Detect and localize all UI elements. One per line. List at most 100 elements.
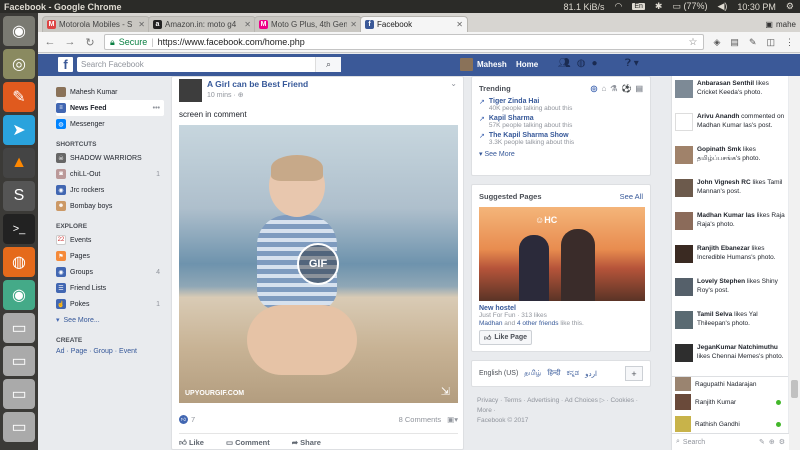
profile-chip[interactable]: ▣ mahe <box>765 20 796 29</box>
new-message-icon[interactable]: ✎ <box>759 438 765 446</box>
tab-motorola[interactable]: M Motorola Mobiles - S ✕ <box>42 16 150 32</box>
comment-count[interactable]: 8 Comments <box>399 415 442 424</box>
trending-item[interactable]: ↗ Kapil Sharma 57K people talking about t… <box>472 114 650 131</box>
trending-see-more[interactable]: ▾ See More <box>472 148 650 160</box>
extension-icon[interactable]: ✎ <box>749 37 757 48</box>
ticker-item[interactable]: JeganKumar Natchimuthu likes Chennai Mem… <box>672 340 788 376</box>
tab-facebook[interactable]: f Facebook ✕ <box>360 16 468 32</box>
ticker-item[interactable]: John Vignesh RC likes Tamil Mannan's pos… <box>672 175 788 208</box>
sidebar-item-messenger[interactable]: ◍ Messenger <box>56 116 164 132</box>
see-more-link[interactable]: ▾ See More... <box>56 312 164 328</box>
drive-icon[interactable]: ▭ <box>3 346 35 376</box>
home-link[interactable]: Home <box>516 60 538 69</box>
reload-icon[interactable]: ↻ <box>84 36 96 49</box>
drive-icon[interactable]: ▭ <box>3 313 35 343</box>
see-all-link[interactable]: See All <box>620 192 643 201</box>
like-button[interactable]: 👍︎ Like <box>179 438 204 448</box>
extension-icon[interactable]: ◈ <box>714 37 721 48</box>
help-icon[interactable]: ❓︎ ▾ <box>625 58 639 69</box>
ticker-item[interactable]: Lovely Stephen likes Shiny Roy's post. <box>672 274 788 307</box>
lock-icon[interactable]: 🔒︎ <box>110 37 115 48</box>
chat-contact[interactable]: Ragupathi Nadarajan <box>672 377 788 391</box>
sublime-icon[interactable]: S <box>3 181 35 211</box>
ticker-item[interactable]: Madhan Kumar Ias likes Raja Raja's photo… <box>672 208 788 241</box>
language-link[interactable]: हिन्दी <box>547 369 560 378</box>
comment-button[interactable]: ▭ Comment <box>226 438 270 448</box>
sidebar-item-profile[interactable]: Mahesh Kumar <box>56 84 164 100</box>
friend-link[interactable]: Madhan <box>479 320 503 327</box>
close-icon[interactable]: ✕ <box>138 20 145 29</box>
clock[interactable]: 10:30 PM <box>737 2 776 12</box>
trending-all-icon[interactable]: ◎ <box>590 84 597 93</box>
settings-icon[interactable]: ⚙ <box>786 1 794 12</box>
menu-icon[interactable]: ⋮ <box>785 37 794 48</box>
suggested-page-name[interactable]: New hostel <box>472 303 650 312</box>
language-link[interactable]: ಕನ್ನಡ <box>567 370 579 378</box>
audience-icon[interactable]: ▣▾ <box>447 415 458 424</box>
facebook-logo-icon[interactable]: f <box>58 57 73 72</box>
page-scrollbar[interactable] <box>789 76 800 450</box>
chat-search-input[interactable]: ⌕ Search ✎ ⊕ ⚙ <box>672 433 789 450</box>
sidebar-item-pages[interactable]: ⚑ Pages <box>56 248 164 264</box>
ticker-item[interactable]: Anbarasan Senthil likes Cricket Keeda's … <box>672 76 788 109</box>
ubuntu-icon[interactable]: ◉ <box>3 16 35 46</box>
volume-icon[interactable]: ◀) <box>717 1 727 12</box>
create-links[interactable]: Ad · Page · Group · Event <box>56 348 164 355</box>
gear-icon[interactable]: ⚙ <box>779 438 785 446</box>
language-link[interactable]: தமிழ் <box>524 369 541 378</box>
expand-icon[interactable]: ⇲ <box>441 385 450 398</box>
friends-icon[interactable]: 👥︎ <box>558 58 571 69</box>
others-link[interactable]: 4 other friends <box>517 320 559 327</box>
chevron-down-icon[interactable]: ⌄ <box>450 79 457 88</box>
firefox-icon[interactable]: ◍ <box>3 247 35 277</box>
address-bar[interactable]: 🔒︎ Secure | https://www.facebook.com/hom… <box>104 34 704 50</box>
politics-icon[interactable]: ⌂ <box>601 84 606 93</box>
more-options-icon[interactable]: ••• <box>153 105 160 112</box>
close-icon[interactable]: ✕ <box>244 20 251 29</box>
sidebar-item-shortcut[interactable]: ☻ Bombay boys <box>56 198 164 214</box>
telegram-icon[interactable]: ➤ <box>3 115 35 145</box>
sidebar-item-shortcut[interactable]: ☠ SHADOW WARRIORS <box>56 150 164 166</box>
sidebar-item-news-feed[interactable]: ≡ News Feed ••• <box>56 100 164 116</box>
tab-moto-g[interactable]: M Moto G Plus, 4th Gen ✕ <box>254 16 362 32</box>
footer-links[interactable]: Privacy · Terms · Advertising · Ad Choic… <box>477 396 651 416</box>
add-friend-icon[interactable]: ⊕ <box>769 438 775 446</box>
keyboard-layout[interactable]: En <box>632 3 645 10</box>
battery-indicator[interactable]: ▭ (77%) <box>672 1 707 12</box>
vlc-icon[interactable]: ▲ <box>3 148 35 178</box>
chat-contact[interactable]: Ranjith Kumar <box>672 391 788 413</box>
gif-play-button[interactable]: GIF <box>297 243 339 285</box>
tab-amazon[interactable]: a Amazon.in: moto g4 ✕ <box>148 16 256 32</box>
more-languages-button[interactable]: + <box>625 366 643 381</box>
rhythmbox-icon[interactable]: ◎ <box>3 49 35 79</box>
trending-item[interactable]: ↗ The Kapil Sharma Show 3.3K people talki… <box>472 131 650 148</box>
extension-icon[interactable]: ▤ <box>730 37 739 48</box>
sidebar-item-groups[interactable]: ◉ Groups 4 <box>56 264 164 280</box>
sidebar-item-friend-lists[interactable]: ☰ Friend Lists <box>56 280 164 296</box>
ticker-item[interactable]: Arivu Anandh commented on Madhan Kumar I… <box>672 109 788 142</box>
screenshot-icon[interactable]: ✎ <box>3 82 35 112</box>
share-button[interactable]: ➦ Share <box>292 438 321 448</box>
wifi-icon[interactable]: ◠ <box>614 1 622 12</box>
search-icon[interactable]: ⌕ <box>315 57 341 72</box>
sidebar-item-pokes[interactable]: ☝ Pokes 1 <box>56 296 164 312</box>
ticker-item[interactable]: Tamil Selva likes Yal Thileepan's photo. <box>672 307 788 340</box>
profile-link[interactable]: Mahesh <box>460 58 507 71</box>
ticker-item[interactable]: Ranjith Ebanezar likes Incredible Humans… <box>672 241 788 274</box>
drive-icon[interactable]: ▭ <box>3 379 35 409</box>
sidebar-item-events[interactable]: 22 Events <box>56 232 164 248</box>
avatar[interactable] <box>179 79 202 102</box>
globe-icon[interactable]: ● <box>591 58 597 69</box>
bluetooth-icon[interactable]: ✱ <box>655 1 663 12</box>
forward-icon[interactable]: → <box>64 36 76 48</box>
like-count[interactable]: 7 <box>191 415 195 424</box>
sidebar-item-shortcut[interactable]: ◉ Jrc rockers <box>56 182 164 198</box>
ticker-item[interactable]: Gopinath Smk likes தமிழ்ப்பசங்க's photo. <box>672 142 788 175</box>
trending-item[interactable]: ↗ Tiger Zinda Hai 40K people talking abou… <box>472 97 650 114</box>
sidebar-item-shortcut[interactable]: ◙ chiLL-Out 1 <box>56 166 164 182</box>
sports-icon[interactable]: ⚽ <box>621 84 631 93</box>
suggested-page-image[interactable]: ☺HC <box>479 207 645 301</box>
fb-search-input[interactable]: Search Facebook ⌕ <box>77 57 341 72</box>
post-gif[interactable]: GIF UPYOURGIF.COM ⇲ <box>179 125 458 403</box>
close-icon[interactable]: ✕ <box>456 20 463 29</box>
